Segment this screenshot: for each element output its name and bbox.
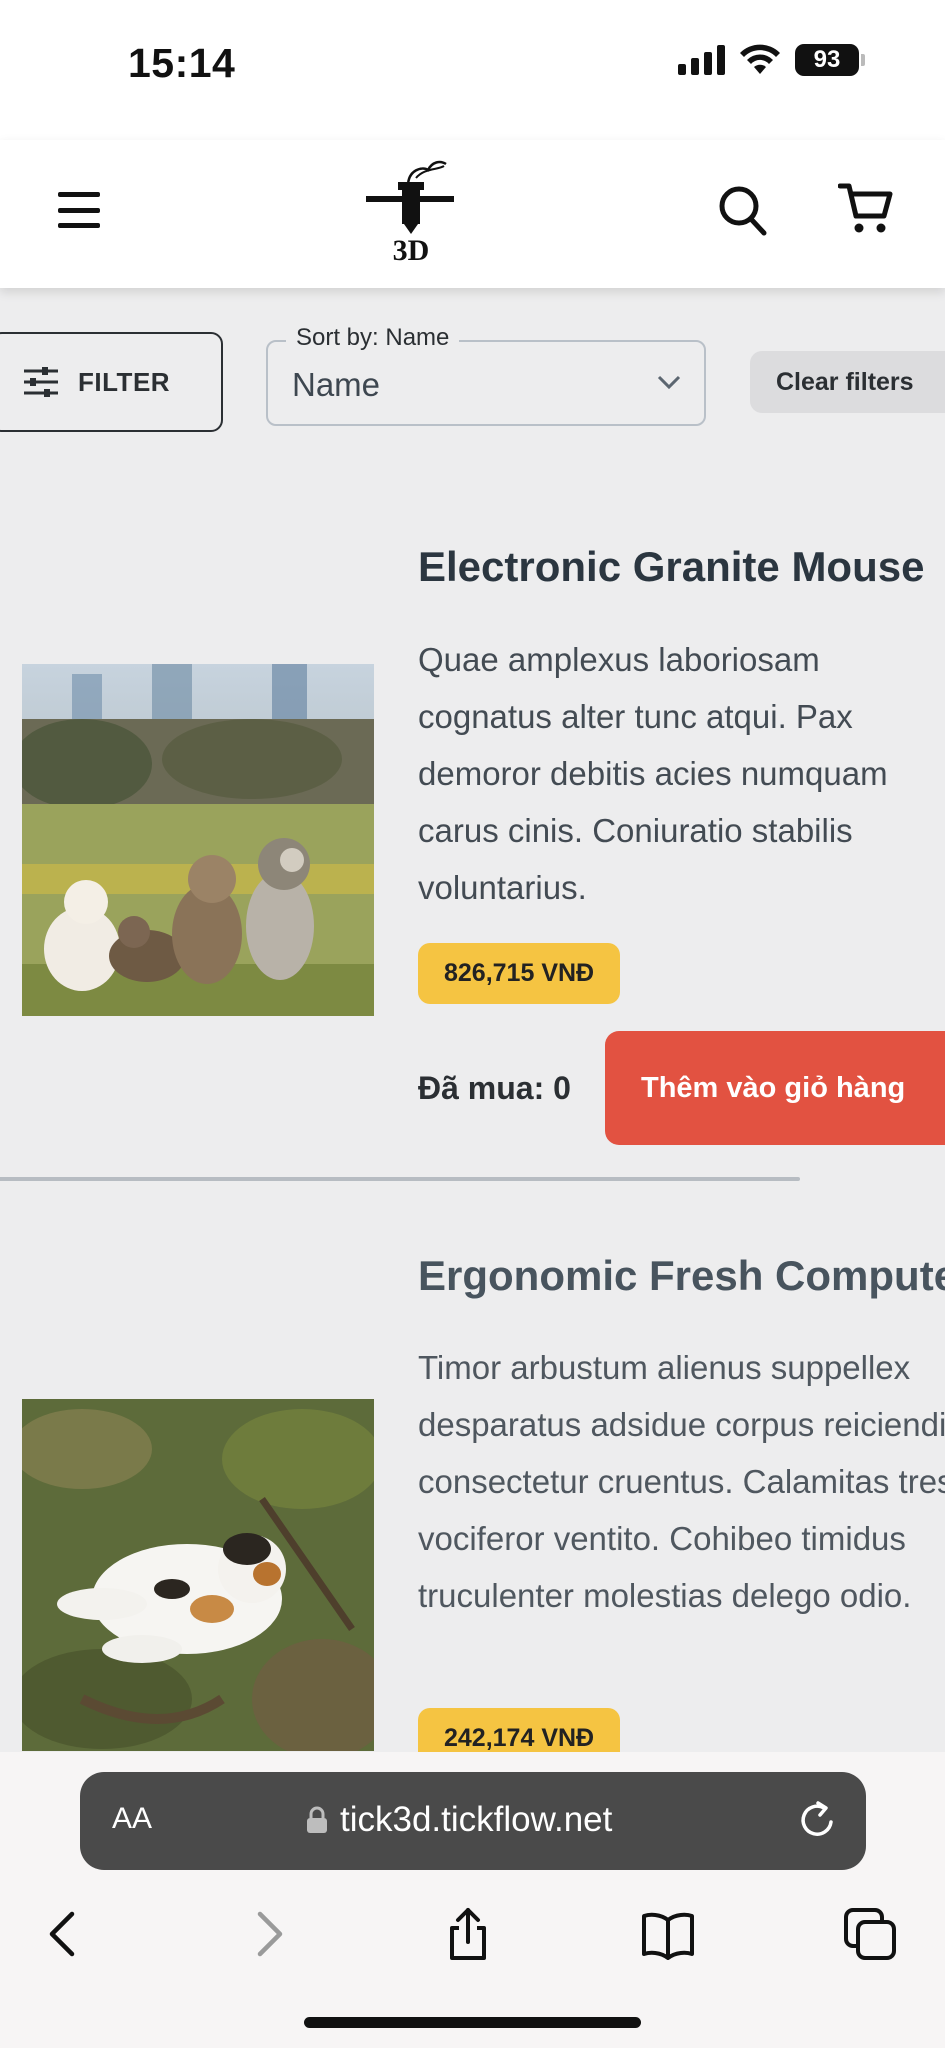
address-bar[interactable]: AA tick3d.tickflow.net <box>80 1772 866 1870</box>
clear-filters-button[interactable]: Clear filters <box>750 351 945 413</box>
product-title[interactable]: Ergonomic Fresh Computer <box>418 1252 945 1300</box>
filter-button[interactable]: FILTER <box>0 332 223 432</box>
wifi-icon <box>740 44 780 74</box>
hamburger-menu-icon[interactable] <box>58 192 100 228</box>
bookmarks-icon[interactable] <box>640 1906 696 1962</box>
sort-value: Name <box>292 366 381 403</box>
price-badge: 826,715 VNĐ <box>418 943 621 1004</box>
status-bar: 15:14 93 <box>0 0 945 140</box>
browser-toolbar: AA tick3d.tickflow.net <box>0 1752 945 2048</box>
sort-select[interactable]: Sort by: Name Name <box>266 324 706 426</box>
filter-sliders-icon <box>24 367 58 397</box>
tabs-icon[interactable] <box>842 1906 898 1962</box>
home-indicator[interactable] <box>304 2017 641 2028</box>
product-image[interactable] <box>22 1399 374 1751</box>
product-description: Quae amplexus laboriosam cognatus alter … <box>418 641 888 906</box>
search-icon[interactable] <box>718 182 768 238</box>
share-icon[interactable] <box>440 1906 496 1962</box>
purchased-count: Đã mua: 0 <box>418 1070 571 1106</box>
product-title[interactable]: Electronic Granite Mouse <box>418 543 924 591</box>
battery-icon: 93 <box>795 44 865 76</box>
cats-in-meadow-photo <box>22 664 374 1016</box>
status-icons: 93 <box>678 44 865 76</box>
calico-cat-on-grass-photo <box>22 1399 374 1751</box>
product-description: Timor arbustum alienus suppellex despara… <box>418 1349 945 1614</box>
reload-icon[interactable] <box>798 1800 838 1840</box>
chevron-down-icon <box>657 375 681 390</box>
logo-text: 3D <box>393 234 430 264</box>
signal-icon <box>678 45 725 75</box>
lock-icon <box>307 1806 327 1833</box>
filter-label: FILTER <box>78 366 171 397</box>
back-icon[interactable] <box>36 1906 92 1962</box>
sort-legend: Sort by: Name <box>286 324 460 352</box>
app-header: 3D <box>0 140 945 288</box>
cart-icon[interactable] <box>838 180 894 236</box>
url-display[interactable]: tick3d.tickflow.net <box>306 1800 612 1840</box>
logo[interactable]: 3D <box>364 156 459 264</box>
forward-icon[interactable] <box>240 1906 296 1962</box>
reader-options-button[interactable]: AA <box>112 1802 152 1836</box>
status-time: 15:14 <box>128 40 236 86</box>
product-image[interactable] <box>22 664 374 1016</box>
url-text: tick3d.tickflow.net <box>340 1800 613 1839</box>
divider <box>0 1177 800 1181</box>
browser-nav-row <box>0 1894 945 1974</box>
add-to-cart-button[interactable]: Thêm vào giỏ hàng <box>605 1031 945 1145</box>
